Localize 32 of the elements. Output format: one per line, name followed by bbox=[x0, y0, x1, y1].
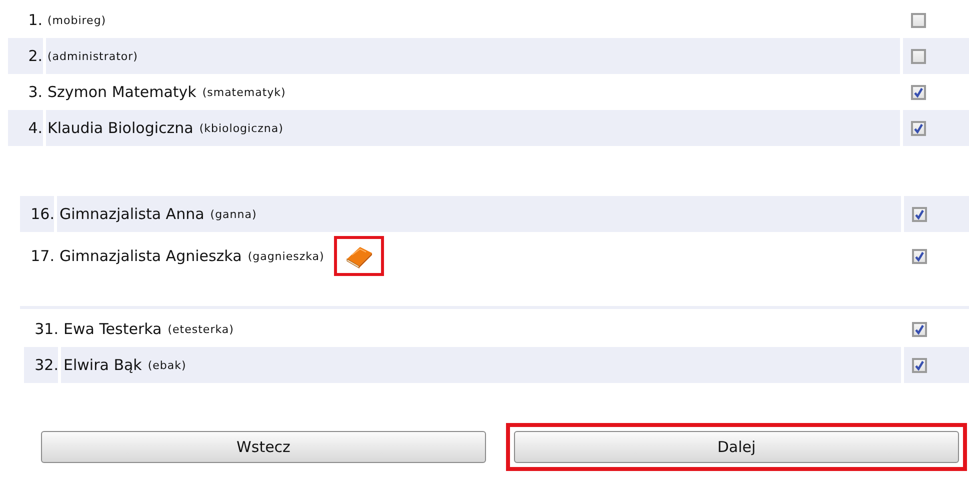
user-login: (mobireg) bbox=[48, 14, 106, 26]
checkbox[interactable] bbox=[912, 322, 927, 336]
user-name: Ewa Testerka bbox=[63, 320, 162, 338]
row-number: 16. bbox=[30, 205, 54, 223]
user-login: (gagnieszka) bbox=[248, 250, 324, 262]
user-name: Szymon Matematyk bbox=[48, 83, 196, 101]
row-number: 3. bbox=[28, 83, 42, 101]
row-number: 4. bbox=[28, 119, 42, 137]
row-number: 17. bbox=[30, 247, 54, 265]
row-number: 1. bbox=[28, 11, 42, 29]
row-number: 31. bbox=[34, 320, 58, 338]
next-button[interactable]: Dalej bbox=[514, 431, 959, 463]
user-login: (ganna) bbox=[210, 208, 257, 220]
user-login: (administrator) bbox=[48, 50, 138, 62]
user-login: (kbiologiczna) bbox=[199, 122, 284, 134]
user-name: Elwira Bąk bbox=[63, 356, 142, 374]
checkbox[interactable] bbox=[912, 358, 927, 372]
user-login: (smatematyk) bbox=[202, 86, 286, 98]
checkbox[interactable] bbox=[911, 12, 926, 28]
row-number: 32. bbox=[34, 356, 58, 374]
checkbox[interactable] bbox=[911, 48, 926, 64]
user-login: (ebak) bbox=[148, 358, 186, 372]
checkbox[interactable] bbox=[912, 248, 927, 264]
row-number: 2. bbox=[28, 47, 42, 65]
checkbox[interactable] bbox=[911, 120, 926, 136]
user-name: Klaudia Biologiczna bbox=[48, 119, 194, 137]
user-login: (etesterka) bbox=[168, 322, 234, 336]
user-name: Gimnazjalista Agnieszka bbox=[59, 247, 242, 265]
back-button[interactable]: Wstecz bbox=[41, 431, 486, 463]
checkbox[interactable] bbox=[912, 206, 927, 222]
user-name: Gimnazjalista Anna bbox=[59, 205, 204, 223]
checkbox[interactable] bbox=[911, 84, 926, 100]
